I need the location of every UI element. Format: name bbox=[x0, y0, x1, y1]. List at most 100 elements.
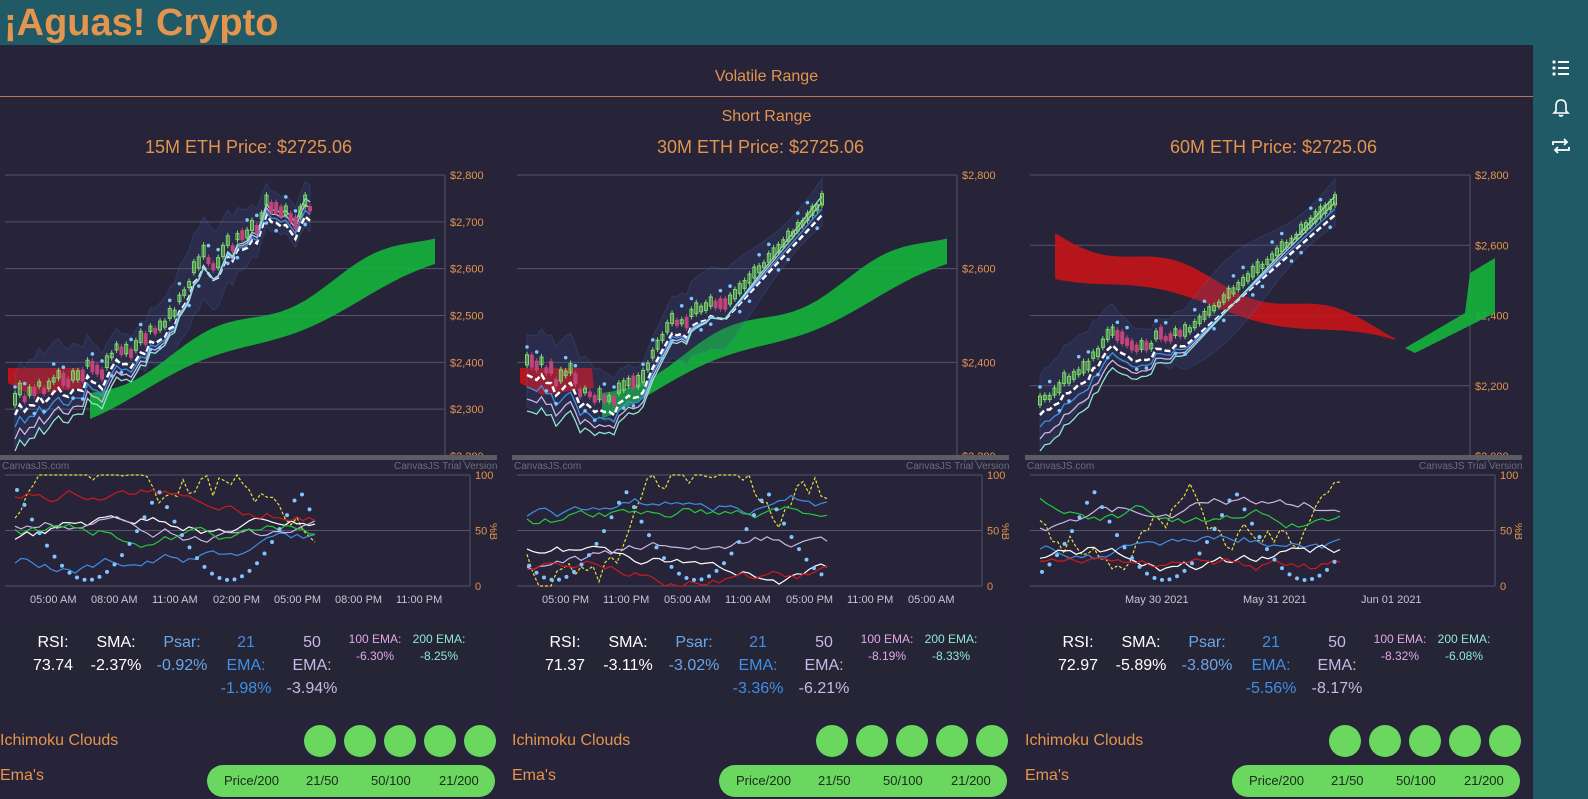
psar-dot bbox=[1105, 355, 1110, 360]
psar-dot bbox=[602, 382, 607, 386]
psar-dot bbox=[1115, 320, 1120, 325]
repeat-icon[interactable] bbox=[1550, 135, 1572, 157]
ichimoku-signal-dot[interactable] bbox=[1489, 725, 1521, 757]
osc-dot bbox=[609, 515, 614, 520]
psar-dot bbox=[1096, 372, 1100, 377]
psar-dot bbox=[1076, 354, 1081, 359]
osc-tick-label: 100 bbox=[1500, 470, 1518, 482]
ichimoku-signal-dot[interactable] bbox=[304, 725, 336, 757]
psar-dot bbox=[1038, 385, 1042, 389]
osc-dot bbox=[819, 572, 824, 577]
osc-dot bbox=[1115, 533, 1119, 538]
ema-pill-price-200[interactable]: Price/200 bbox=[1249, 773, 1304, 788]
chart-scrollbar[interactable] bbox=[512, 455, 1009, 460]
rsi-value: 73.74 bbox=[32, 657, 74, 674]
ichimoku-signal-dot[interactable] bbox=[384, 725, 416, 757]
ichimoku-cloud-alt bbox=[1405, 258, 1495, 353]
osc-dot bbox=[654, 545, 659, 550]
ichimoku-signal-dot[interactable] bbox=[424, 725, 456, 757]
oscillator-line bbox=[14, 532, 316, 574]
osc-dot bbox=[270, 540, 274, 545]
price-tick-label: $2,800 bbox=[962, 170, 996, 182]
rsi-value: 72.97 bbox=[1057, 657, 1099, 674]
oscillator-line bbox=[526, 545, 828, 585]
psar-dot bbox=[534, 350, 539, 354]
osc-dot bbox=[774, 507, 779, 512]
ichimoku-signal-dot[interactable] bbox=[816, 725, 848, 757]
ichimoku-signal-dot[interactable] bbox=[464, 725, 496, 757]
price-chart[interactable]: $2,800$2,700$2,600$2,500$2,400$2,300$2,2… bbox=[0, 163, 497, 608]
ichimoku-signal-dot[interactable] bbox=[896, 725, 928, 757]
psar-dot bbox=[167, 298, 172, 303]
psar-dot bbox=[1163, 320, 1168, 325]
ema-pill-21-50[interactable]: 21/50 bbox=[818, 773, 851, 788]
bell-icon[interactable] bbox=[1550, 97, 1572, 119]
time-tick-label: 05:00 PM bbox=[786, 594, 833, 606]
osc-dot bbox=[172, 519, 177, 524]
osc-dot bbox=[97, 574, 102, 579]
list-icon[interactable] bbox=[1550, 57, 1572, 79]
ema-cross-pill: Price/200 21/50 50/100 21/200 bbox=[207, 765, 495, 797]
ema21-sublabel: EMA: bbox=[738, 657, 778, 674]
ema-pill-50-100[interactable]: 50/100 bbox=[1396, 773, 1436, 788]
osc-axis-label: %B bbox=[487, 523, 497, 540]
candle-body bbox=[206, 257, 211, 265]
ichimoku-label: Ichimoku Clouds bbox=[1025, 732, 1144, 749]
ichimoku-signal-dot[interactable] bbox=[976, 725, 1008, 757]
psar-dot bbox=[641, 362, 645, 367]
sma-stat: SMA: -5.89% bbox=[1110, 631, 1172, 677]
psar-dot bbox=[1221, 318, 1226, 323]
ema-pill-50-100[interactable]: 50/100 bbox=[883, 773, 923, 788]
ema100-label: 100 EMA: bbox=[860, 632, 914, 646]
osc-dot bbox=[52, 554, 57, 559]
ema-pill-price-200[interactable]: Price/200 bbox=[736, 773, 791, 788]
price-chart[interactable]: $2,800$2,600$2,400$2,200$2,000CanvasJS.c… bbox=[1025, 163, 1522, 608]
emas-label: Ema's bbox=[512, 767, 556, 784]
osc-dot bbox=[782, 521, 786, 526]
ema-pill-price-200[interactable]: Price/200 bbox=[224, 773, 279, 788]
ema-pill-21-200[interactable]: 21/200 bbox=[439, 773, 479, 788]
osc-dot bbox=[1242, 507, 1247, 512]
chart-scrollbar[interactable] bbox=[1025, 455, 1522, 460]
psar-dot bbox=[612, 385, 616, 389]
ema-pill-21-200[interactable]: 21/200 bbox=[1464, 773, 1504, 788]
ema-pill-21-200[interactable]: 21/200 bbox=[951, 773, 991, 788]
ema-pill-21-50[interactable]: 21/50 bbox=[306, 773, 339, 788]
ichimoku-signal-dot[interactable] bbox=[1329, 725, 1361, 757]
osc-dot bbox=[307, 507, 312, 512]
ema50-label: 50 bbox=[815, 634, 833, 651]
ema-pill-50-100[interactable]: 50/100 bbox=[371, 773, 411, 788]
sma-label: SMA: bbox=[96, 634, 136, 651]
ema-pill-21-50[interactable]: 21/50 bbox=[1331, 773, 1364, 788]
osc-dot bbox=[1085, 500, 1089, 505]
ichimoku-signal-dot[interactable] bbox=[856, 725, 888, 757]
osc-dot bbox=[255, 561, 259, 566]
psar-dot bbox=[1212, 326, 1216, 331]
osc-dot bbox=[82, 577, 87, 582]
chart-scrollbar[interactable] bbox=[0, 455, 497, 460]
rsi-label: RSI: bbox=[1062, 634, 1094, 651]
psar-dot bbox=[274, 228, 278, 233]
psar-dot bbox=[650, 338, 655, 342]
candle-body bbox=[578, 389, 583, 398]
osc-dot bbox=[797, 547, 801, 552]
ichimoku-signal-dot[interactable] bbox=[936, 725, 968, 757]
psar-dot bbox=[1134, 367, 1139, 372]
osc-dot bbox=[684, 575, 689, 580]
osc-dot bbox=[1175, 574, 1179, 579]
candle-body bbox=[1168, 333, 1173, 342]
ichimoku-signal-dot[interactable] bbox=[1449, 725, 1481, 757]
osc-dot bbox=[729, 551, 734, 556]
ichimoku-signal-dot[interactable] bbox=[344, 725, 376, 757]
section-short-range[interactable]: Short Range bbox=[0, 108, 1533, 126]
chart-area: $2,800$2,600$2,400$2,200$2,000CanvasJS.c… bbox=[1025, 163, 1522, 608]
section-volatile-range[interactable]: Volatile Range bbox=[0, 68, 1533, 86]
oscillator-line bbox=[14, 473, 316, 543]
price-chart[interactable]: $2,800$2,600$2,400$2,200CanvasJS.comCanv… bbox=[512, 163, 1009, 608]
ichimoku-signal-dot[interactable] bbox=[1369, 725, 1401, 757]
ichimoku-signal-dot[interactable] bbox=[1409, 725, 1441, 757]
ema100-stat: 100 EMA: -8.19% bbox=[856, 631, 918, 665]
time-tick-label: May 30 2021 bbox=[1125, 594, 1189, 606]
osc-dot bbox=[165, 505, 169, 510]
oscillator-line bbox=[14, 489, 316, 522]
